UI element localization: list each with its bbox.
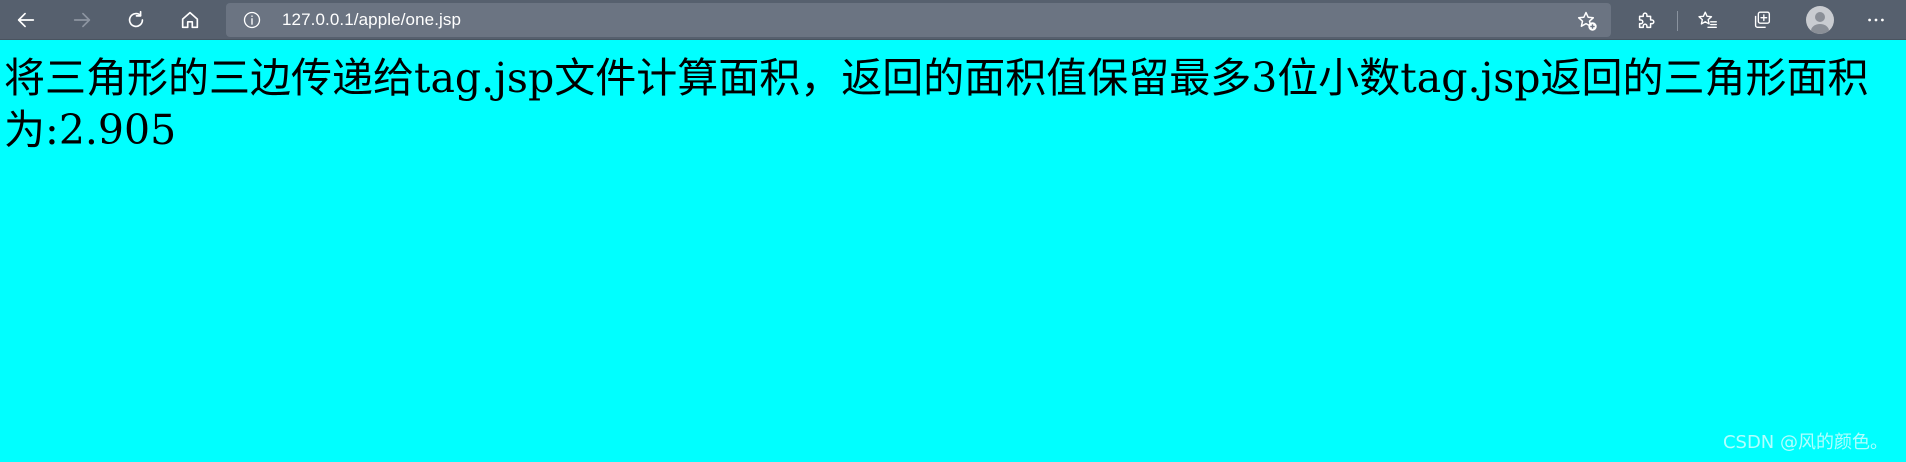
- back-arrow-icon: [17, 12, 35, 28]
- forward-button[interactable]: [64, 2, 100, 38]
- more-button[interactable]: [1858, 2, 1894, 38]
- favorites-button[interactable]: [1690, 2, 1726, 38]
- forward-arrow-icon: [73, 12, 91, 28]
- extensions-button[interactable]: [1628, 2, 1664, 38]
- avatar[interactable]: [1806, 6, 1834, 34]
- info-icon[interactable]: [242, 10, 262, 30]
- collections-icon: [1754, 11, 1771, 29]
- refresh-button[interactable]: [118, 2, 154, 38]
- star-plus-icon[interactable]: [1575, 9, 1599, 33]
- url-text[interactable]: 127.0.0.1/apple/one.jsp: [282, 10, 461, 30]
- page-content-text: 将三角形的三边传递给tag.jsp文件计算面积，返回的面积值保留最多3位小数ta…: [4, 54, 1869, 154]
- collections-button[interactable]: [1744, 2, 1780, 38]
- address-bar[interactable]: 127.0.0.1/apple/one.jsp: [226, 3, 1611, 37]
- watermark: CSDN @风的颜色。: [1722, 432, 1888, 453]
- home-icon: [181, 11, 199, 29]
- refresh-icon: [128, 10, 144, 28]
- favorites-icon: [1698, 11, 1717, 29]
- toolbar-divider: [1677, 11, 1678, 31]
- profile-icon: [1811, 12, 1829, 34]
- back-button[interactable]: [8, 2, 44, 38]
- home-button[interactable]: [172, 2, 208, 38]
- more-icon: [1868, 18, 1884, 22]
- puzzle-icon: [1638, 12, 1655, 29]
- browser-toolbar: 127.0.0.1/apple/one.jsp: [0, 0, 1906, 40]
